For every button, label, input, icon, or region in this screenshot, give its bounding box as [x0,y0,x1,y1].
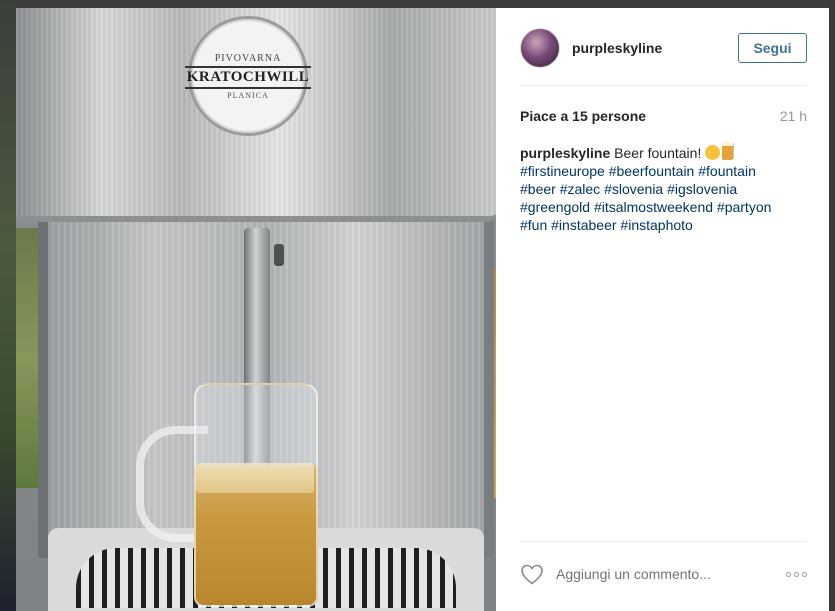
post-side-panel: purpleskyline Segui Piace a 15 persone 2… [496,8,829,611]
follow-button[interactable]: Segui [738,33,807,63]
photo-fountain-edge [38,218,48,558]
beer-mug-emoji-icon [722,142,734,160]
divider [520,85,807,86]
hashtag-link[interactable]: #partyon [717,199,771,215]
post-header: purpleskyline Segui [520,28,807,68]
page-background-top [0,0,835,8]
hashtag-link[interactable]: #beerfountain [609,163,695,179]
photo-fountain-edge [484,218,494,558]
post-photo[interactable]: PIVOVARNA KRATOCHWILL PLANICA [16,8,496,611]
logo-top-text: PIVOVARNA [214,52,282,64]
photo-beer-foam [196,463,314,493]
likes-count[interactable]: Piace a 15 persone [520,108,646,124]
logo-sub-text: PLANICA [227,90,269,100]
comment-input[interactable] [556,566,756,582]
hashtag-link[interactable]: #beer [520,181,556,197]
post-footer [520,562,807,586]
grinning-face-emoji-icon [705,145,721,160]
hashtag-link[interactable]: #greengold [520,199,590,215]
hashtag-link[interactable]: #fountain [698,163,756,179]
post-timestamp[interactable]: 21 h [780,108,807,124]
post-caption: purpleskyline Beer fountain! #firstineur… [520,142,807,234]
hashtag-link[interactable]: #instaphoto [620,217,692,233]
photo-tap-hole [274,244,284,266]
likes-row: Piace a 15 persone 21 h [520,106,807,126]
logo-main-text: KRATOCHWILL [184,65,312,89]
username-link[interactable]: purpleskyline [572,40,662,56]
hashtag-link[interactable]: #itsalmostweekend [594,199,713,215]
caption-username-link[interactable]: purpleskyline [520,145,610,161]
page-background-right [829,0,835,611]
more-options-icon[interactable] [786,571,807,577]
hashtag-link[interactable]: #fun [520,217,547,233]
hashtag-link[interactable]: #slovenia [604,181,663,197]
hashtag-link[interactable]: #firstineurope [520,163,605,179]
hashtag-link[interactable]: #igslovenia [667,181,737,197]
hashtag-link[interactable]: #instabeer [551,217,616,233]
page-background-left [0,0,16,611]
post-modal: PIVOVARNA KRATOCHWILL PLANICA purpleskyl… [16,8,829,611]
brewery-logo: PIVOVARNA KRATOCHWILL PLANICA [184,16,312,136]
dot [794,571,799,577]
photo-beer-mug [194,383,318,607]
caption-text: Beer fountain! [614,145,702,161]
avatar[interactable] [520,28,560,68]
divider [520,541,807,542]
heart-icon[interactable] [520,563,544,585]
dot [802,571,807,577]
dot [786,571,791,577]
hashtag-link[interactable]: #zalec [560,181,600,197]
